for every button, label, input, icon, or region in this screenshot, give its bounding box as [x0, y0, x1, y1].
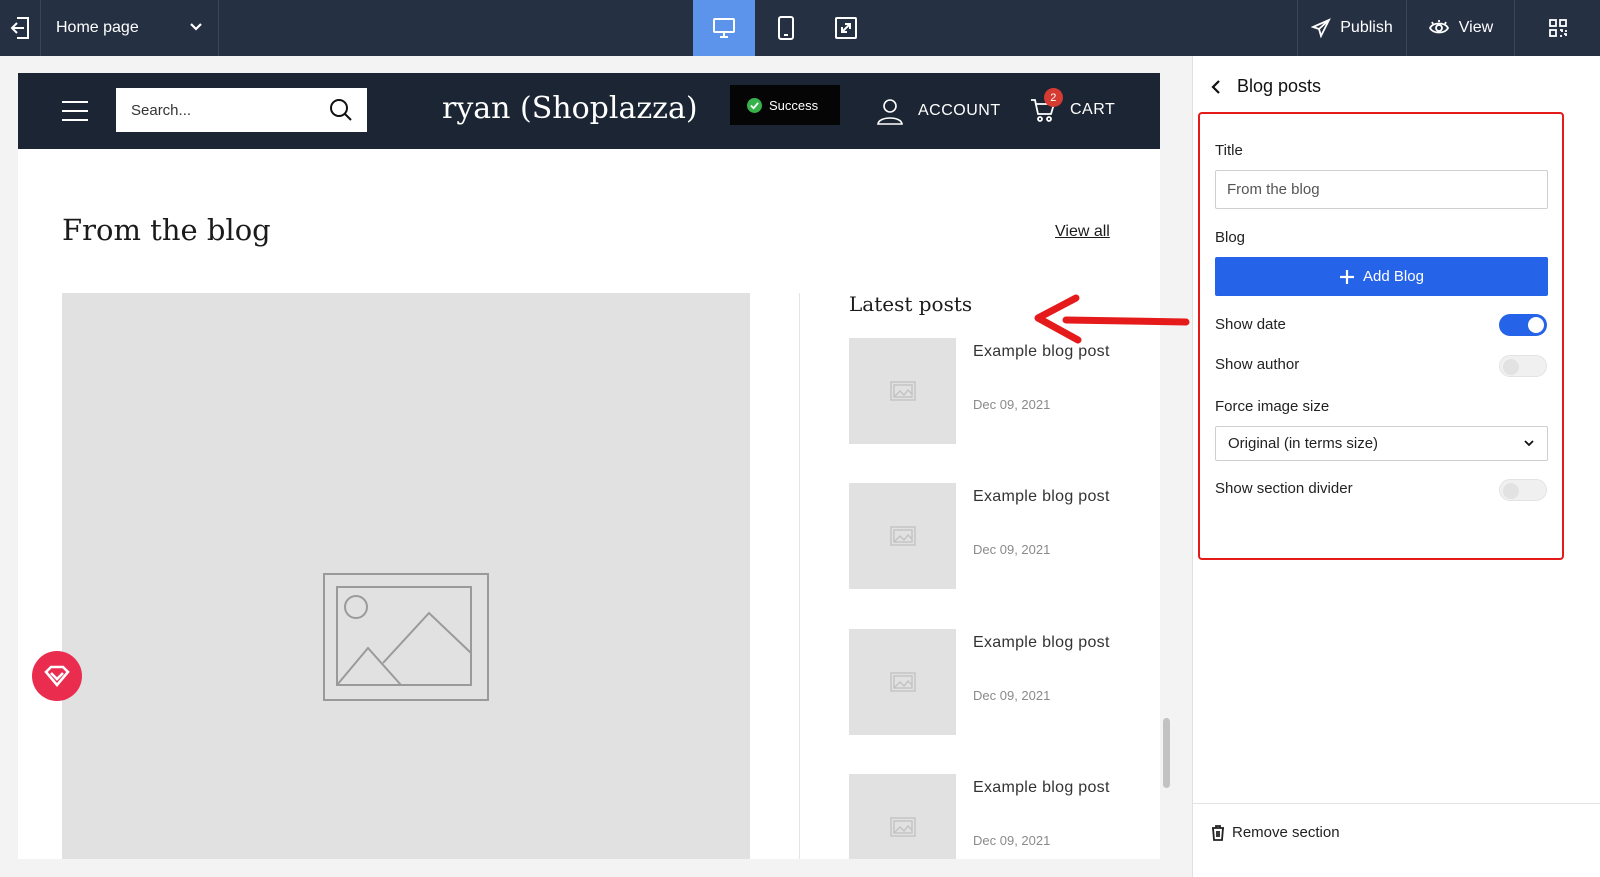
toast-text: Success — [769, 97, 819, 113]
store-logo[interactable]: ryan (Shoplazza) — [442, 91, 698, 126]
column-divider — [799, 293, 800, 859]
qr-code-button[interactable] — [1514, 0, 1600, 56]
post-thumbnail — [849, 629, 956, 735]
page-selector[interactable]: Home page — [41, 0, 219, 56]
panel-footer: Remove section — [1193, 803, 1600, 877]
post-title: Example blog post — [973, 779, 1110, 796]
show-date-toggle[interactable] — [1499, 314, 1547, 336]
qr-code-icon — [1548, 19, 1567, 37]
expand-icon — [835, 17, 857, 39]
blog-label: Blog — [1215, 229, 1246, 246]
store-header: Search... ryan (Shoplazza) Success ACCOU… — [18, 73, 1160, 149]
image-placeholder-icon — [889, 381, 916, 401]
search-placeholder: Search... — [131, 101, 192, 119]
check-circle-icon — [747, 97, 762, 113]
preview-scrollbar[interactable] — [1163, 718, 1170, 788]
view-button[interactable]: View — [1406, 0, 1514, 56]
post-thumbnail — [849, 774, 956, 859]
post-thumbnail — [849, 338, 956, 444]
chevron-down-icon — [190, 23, 202, 31]
chevron-down-icon — [1524, 440, 1534, 447]
user-icon — [877, 99, 903, 125]
plus-icon — [1340, 269, 1355, 284]
annotation-arrow — [1034, 294, 1190, 344]
account-label: ACCOUNT — [918, 102, 1001, 119]
post-date: Dec 09, 2021 — [973, 688, 1051, 703]
page-selector-label: Home page — [56, 19, 139, 36]
menu-icon[interactable] — [62, 101, 88, 128]
force-image-size-value: Original (in terms size) — [1228, 435, 1379, 452]
section-settings-panel: Blog posts Title From the blog Blog Add … — [1192, 56, 1600, 877]
search-icon[interactable] — [329, 98, 353, 122]
panel-title: Blog posts — [1237, 76, 1322, 96]
title-input[interactable]: From the blog — [1215, 170, 1548, 209]
blog-post-item[interactable]: Example blog post Dec 09, 2021 — [849, 483, 1129, 589]
post-date: Dec 09, 2021 — [973, 833, 1051, 848]
post-date: Dec 09, 2021 — [973, 542, 1051, 557]
fullscreen-button[interactable] — [815, 0, 877, 56]
wishlist-widget-button[interactable] — [32, 651, 82, 701]
view-all-link[interactable]: View all — [1055, 223, 1110, 241]
mobile-view-button[interactable] — [755, 0, 817, 56]
cart-label: CART — [1070, 101, 1116, 118]
image-placeholder-icon — [889, 672, 916, 692]
image-placeholder-icon — [889, 526, 916, 546]
store-preview: Search... ryan (Shoplazza) Success ACCOU… — [18, 73, 1160, 859]
cart-count-badge: 2 — [1044, 88, 1063, 107]
post-date: Dec 09, 2021 — [973, 397, 1051, 412]
view-label: View — [1458, 19, 1494, 36]
exit-icon — [10, 17, 29, 39]
blog-post-item[interactable]: Example blog post Dec 09, 2021 — [849, 629, 1129, 735]
success-toast: Success — [730, 85, 840, 125]
featured-post-image[interactable] — [62, 293, 750, 859]
section-divider-toggle[interactable] — [1499, 479, 1547, 501]
add-blog-button[interactable]: Add Blog — [1215, 257, 1548, 296]
force-image-size-select[interactable]: Original (in terms size) — [1215, 426, 1548, 461]
image-placeholder-icon — [323, 573, 489, 701]
blog-post-item[interactable]: Example blog post Dec 09, 2021 — [849, 338, 1129, 444]
back-arrow-icon[interactable] — [1211, 79, 1221, 95]
eye-icon — [1428, 20, 1449, 34]
remove-section-label: Remove section — [1232, 824, 1340, 841]
add-blog-label: Add Blog — [1363, 268, 1424, 285]
diamond-heart-icon — [44, 665, 70, 688]
cart-link[interactable]: 2 CART — [1030, 88, 1116, 123]
exit-button[interactable] — [0, 0, 41, 56]
post-title: Example blog post — [973, 488, 1110, 505]
trash-icon — [1212, 824, 1224, 841]
editor-topbar: Home page Publish View — [0, 0, 1600, 56]
post-thumbnail — [849, 483, 956, 589]
section-divider-label: Show section divider — [1215, 480, 1353, 497]
account-link[interactable]: ACCOUNT — [876, 97, 1001, 125]
image-placeholder-icon — [889, 817, 916, 837]
title-label: Title — [1215, 142, 1243, 159]
blog-post-item[interactable]: Example blog post Dec 09, 2021 — [849, 774, 1129, 859]
publish-button[interactable]: Publish — [1297, 0, 1406, 56]
section-title: From the blog — [62, 213, 271, 247]
store-search-input[interactable]: Search... — [116, 88, 367, 132]
desktop-view-button[interactable] — [693, 0, 755, 56]
desktop-icon — [713, 18, 735, 38]
panel-header: Blog posts — [1211, 76, 1321, 97]
latest-posts-heading: Latest posts — [849, 292, 973, 316]
show-author-toggle[interactable] — [1499, 355, 1547, 377]
mobile-icon — [778, 16, 794, 40]
publish-label: Publish — [1340, 19, 1393, 36]
post-title: Example blog post — [973, 634, 1110, 651]
force-image-size-label: Force image size — [1215, 398, 1330, 415]
show-date-label: Show date — [1215, 316, 1286, 333]
remove-section-button[interactable]: Remove section — [1211, 824, 1340, 841]
send-icon — [1311, 18, 1332, 38]
show-author-label: Show author — [1215, 356, 1300, 373]
